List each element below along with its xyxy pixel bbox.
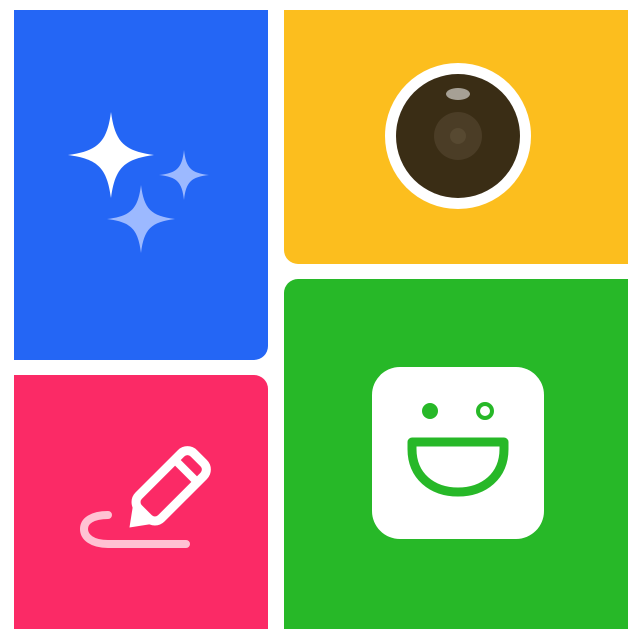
sparkles-icon bbox=[68, 112, 209, 253]
camera-lens-icon bbox=[385, 63, 531, 209]
pencil-signature-icon bbox=[79, 446, 211, 548]
smiley-tile bbox=[284, 279, 628, 629]
app-icon[interactable] bbox=[0, 0, 628, 629]
signature-tile bbox=[14, 375, 268, 629]
smiley-face-icon bbox=[372, 367, 544, 539]
sparkles-tile bbox=[14, 10, 268, 360]
camera-tile bbox=[284, 10, 628, 264]
